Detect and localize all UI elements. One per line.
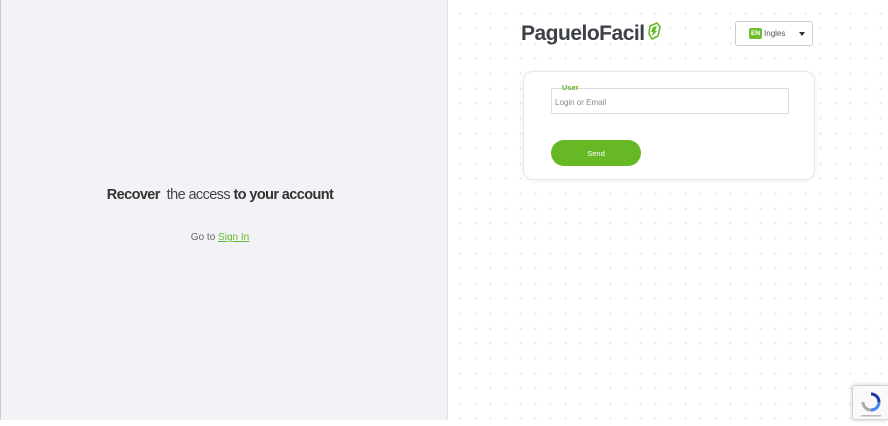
language-label: Ingles: [764, 29, 786, 38]
user-label: User: [562, 83, 579, 92]
goto-signin-text: Go to Sign In: [190, 232, 250, 243]
left-panel: Recover the access to your account Go to…: [0, 0, 448, 420]
recaptcha-badge[interactable]: [852, 385, 888, 420]
paguelofacil-logo: PagueloFacil: [521, 22, 661, 46]
send-button[interactable]: Send: [551, 140, 641, 166]
user-input[interactable]: [551, 88, 789, 114]
recover-form-card: User Send: [523, 71, 815, 180]
en-flag-icon: EN: [749, 28, 763, 39]
signin-link[interactable]: Sign In: [218, 232, 249, 243]
right-panel: PagueloFacil EN Ingles User Send: [449, 0, 888, 420]
logo-tag-icon: [647, 22, 661, 40]
recaptcha-icon: [861, 392, 881, 417]
chevron-down-icon: [799, 32, 805, 36]
language-select[interactable]: EN Ingles: [735, 21, 813, 46]
recover-headline: Recover the access to your account: [106, 187, 334, 203]
